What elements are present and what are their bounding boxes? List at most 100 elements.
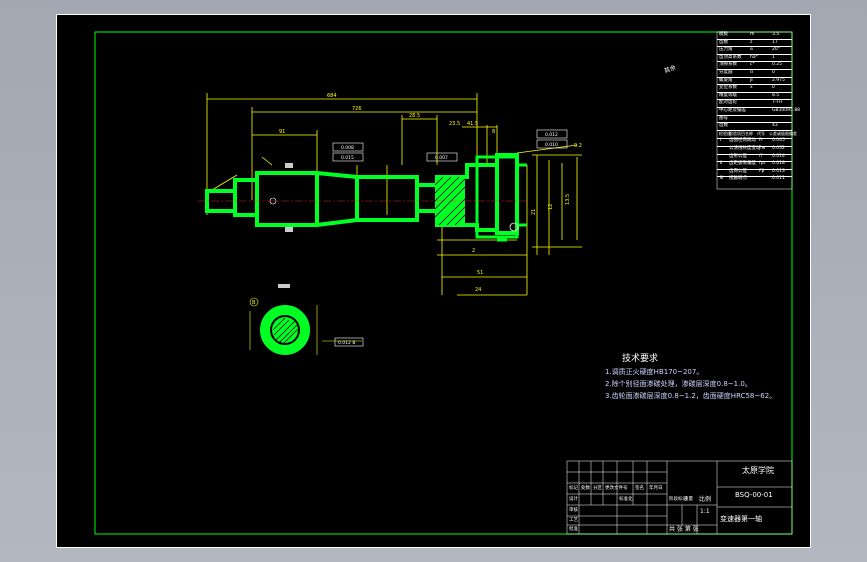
dimension-texts: 684 726 91 28.5 23.5 41.5 8 2 51 24 21 1…	[279, 93, 582, 293]
gear-param-value: 0	[772, 70, 775, 75]
tolerance-frames	[332, 129, 568, 162]
dim-d2: 23.5	[449, 121, 460, 127]
gear-param-symbol: α	[750, 47, 753, 53]
role-review: 审核	[569, 508, 578, 513]
role-process: 工艺	[569, 518, 578, 523]
check-item-symbol: Fw	[759, 146, 766, 151]
gear-param-symbol: β	[750, 77, 753, 83]
section-view: 0.012 B B	[249, 297, 364, 355]
gear-param-name: 图号	[719, 115, 728, 121]
tech-note-3: 3.齿轮面渗碳层深度0.8~1.2，齿面硬度HRC58~62。	[605, 392, 777, 400]
tb-header-4: 签名	[635, 486, 644, 491]
gear-param-value: 2.975	[772, 77, 785, 83]
tol-2: 0.015	[341, 155, 354, 161]
scale-value: 1:1	[700, 508, 710, 515]
drawing-sheet: 684 726 91 28.5 23.5 41.5 8 2 51 24 21 1…	[56, 14, 811, 548]
gear-param-name: 压力角	[719, 47, 733, 53]
drawing-number: BSQ-00-01	[735, 491, 773, 499]
gear-param-name: 顶隙系数	[719, 62, 737, 68]
tol-1: 0.008	[341, 145, 354, 151]
dim-d3: 41.5	[467, 121, 478, 127]
tb-header-0: 标记	[569, 486, 578, 491]
part-name: 变速器第一轴	[720, 515, 762, 523]
gear-param-value: 3.5	[772, 32, 780, 37]
dim-length-3: 91	[279, 129, 285, 135]
gear-param-name: 齿数	[719, 39, 728, 45]
dim-d4: 8	[492, 129, 495, 135]
tolerance-texts: 0.008 0.015 0.007 0.012 0.010	[341, 132, 558, 161]
gear-table-row	[717, 32, 792, 40]
check-item-value: 0.018	[772, 161, 785, 167]
standard-label: 标准化	[619, 497, 633, 502]
gear-param-value: 20°	[772, 47, 780, 53]
gear-param-name: 螺旋角	[719, 77, 733, 83]
gear-param-symbol: z	[750, 39, 753, 45]
gear-param-value: 17	[772, 39, 778, 45]
dimension-lines	[206, 93, 582, 296]
section-tolerance: 0.012 B	[338, 340, 355, 346]
tech-title: 技术要求	[622, 354, 659, 364]
gear-param-symbol: m	[750, 32, 755, 37]
tol-3: 0.007	[435, 155, 448, 161]
dim-d5: 2	[472, 248, 475, 254]
gear-param-symbol: x	[750, 85, 753, 91]
gear-param-name: 分度圆	[719, 70, 733, 75]
check-item-symbol: ff	[759, 153, 763, 159]
check-group: Ⅱ	[720, 161, 723, 167]
check-item-value: 0.011	[772, 176, 785, 182]
tb-header-5: 年月日	[649, 486, 663, 491]
gear-param-symbol: d	[750, 70, 753, 75]
role-approve: 批准	[569, 527, 578, 532]
gear-param-name: 中心距及偏差	[719, 108, 746, 113]
gear-param-value: 0.25	[772, 62, 783, 68]
tech-note-2: 2.除个别径面渗碳处理，渗碳层深度0.8~1.0。	[605, 380, 752, 388]
check-item-name: 接触斑点	[729, 176, 747, 182]
drawing-canvas: 684 726 91 28.5 23.5 41.5 8 2 51 24 21 1…	[94, 31, 793, 535]
sheet-count: 共 张 第 张	[669, 526, 699, 533]
tb-header-2: 分区	[593, 486, 602, 491]
check-item-symbol: Fβ	[759, 168, 765, 174]
check-item-name: 公法线长度变动	[729, 146, 761, 151]
shaft-outline	[205, 153, 519, 235]
tech-note-1: 1.调质正火硬度HB170~207。	[605, 368, 704, 376]
gear-param-name: 精度等级	[719, 92, 737, 98]
check-group: Ⅲ	[720, 176, 724, 182]
gear-param-value: 0	[772, 85, 775, 91]
check-item-name: 齿向公差	[729, 168, 747, 174]
dim-d10: 13.5	[565, 194, 571, 205]
role-design: 设计	[569, 497, 578, 502]
check-header-cell: 检验项目名称	[729, 130, 753, 136]
scale-label: 比例	[699, 496, 712, 503]
check-header-cell: 公差或极限偏差	[769, 130, 797, 136]
tb-header-3: 更改文件号	[605, 486, 628, 491]
gear-param-value: 43	[772, 123, 778, 129]
dim-d7: 24	[475, 287, 481, 293]
check-header-cell: 代号	[757, 130, 765, 136]
check-item-name: 齿圈径向跳动	[729, 138, 756, 144]
tol-5: 0.010	[545, 142, 558, 148]
dim-d6: 51	[477, 270, 483, 276]
gear-param-value: 7-FH	[772, 100, 783, 106]
dim-d8: 21	[531, 209, 537, 215]
check-group: Ⅰ	[720, 138, 722, 144]
tol-4: 0.012	[545, 132, 558, 138]
gear-param-value: 1	[772, 54, 775, 60]
check-item-value: 0.014	[772, 153, 785, 159]
gear-param-value: GB10095.88	[772, 108, 801, 113]
weight-label: 重量	[684, 497, 693, 502]
gear-outline	[475, 155, 527, 242]
tb-header-1: 处数	[581, 486, 590, 491]
dim-d11: 9.2	[574, 143, 582, 149]
check-item-value: 0.045	[772, 138, 785, 144]
check-item-symbol: Fr	[759, 138, 764, 144]
drawing-frame	[94, 31, 793, 535]
gear-param-name: 变位系数	[719, 85, 737, 91]
gear-param-value: 8.5	[772, 92, 780, 98]
dim-d9: 12	[548, 204, 554, 210]
gear-table-row	[717, 123, 792, 131]
gear-table-row	[717, 116, 792, 124]
section-label: B	[252, 300, 256, 306]
cad-viewport[interactable]: 684 726 91 28.5 23.5 41.5 8 2 51 24 21 1…	[0, 0, 867, 562]
dim-length-2: 726	[352, 106, 362, 112]
gear-param-name: 齿顶高系数	[719, 54, 742, 60]
